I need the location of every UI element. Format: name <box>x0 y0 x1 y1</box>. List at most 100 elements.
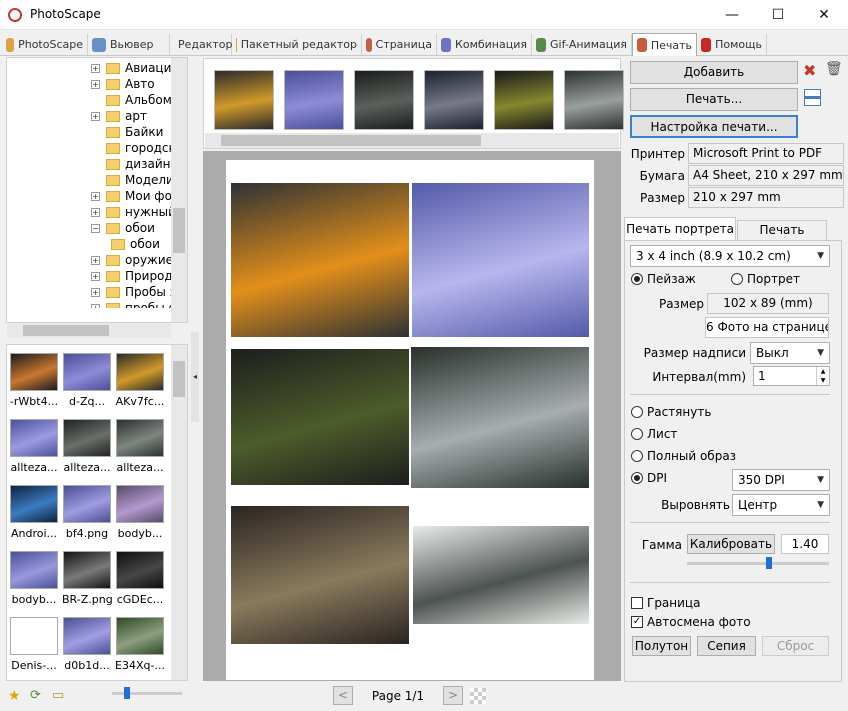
add-button[interactable]: Добавить <box>630 61 798 84</box>
maximize-button[interactable]: ☐ <box>755 0 801 30</box>
tree-item[interactable]: городск <box>91 140 173 156</box>
minimize-button[interactable]: — <box>709 0 755 30</box>
stepper-down-icon[interactable]: ▼ <box>816 376 829 385</box>
tree-item[interactable]: + Мои фо <box>91 188 172 204</box>
tab-2[interactable]: Вьювер <box>88 34 170 55</box>
tab-portrait-print[interactable]: Печать портрета <box>624 217 736 241</box>
thumbnail-item[interactable]: allteza... <box>115 413 165 477</box>
print-setup-button[interactable]: Настройка печати... <box>630 115 798 138</box>
tree-item[interactable]: Модели <box>91 172 173 188</box>
preview-photo[interactable] <box>411 347 589 488</box>
tree-expander-icon[interactable]: + <box>91 303 100 308</box>
thumbnail-item[interactable]: bf4.png <box>62 479 112 543</box>
interval-stepper[interactable]: 1 ▲ ▼ <box>753 366 830 386</box>
tree-item[interactable]: Альбом <box>91 92 172 108</box>
stretch-radio[interactable]: Растянуть <box>631 405 711 419</box>
gamma-slider-thumb[interactable] <box>766 557 772 569</box>
tree-item[interactable]: Байки <box>91 124 163 140</box>
zoom-slider-thumb[interactable] <box>124 687 130 699</box>
tree-expander-icon[interactable]: + <box>91 191 100 201</box>
selected-image-thumb[interactable] <box>564 70 624 130</box>
thumbnail-item[interactable]: Denis-... <box>9 611 59 675</box>
zoom-slider[interactable] <box>112 687 182 699</box>
tree-item[interactable]: + нужный <box>91 204 173 220</box>
selected-image-thumb[interactable] <box>424 70 484 130</box>
selected-image-thumb[interactable] <box>284 70 344 130</box>
halftone-button[interactable]: Полутон <box>632 636 691 656</box>
thumbnail-item[interactable]: allteza... <box>62 413 112 477</box>
tab-9[interactable]: Помощь <box>697 34 767 55</box>
thumbnail-item[interactable]: bodyb... <box>115 479 165 543</box>
preview-photo[interactable] <box>231 506 409 644</box>
tab-1[interactable]: PhotoScape <box>2 34 88 55</box>
preview-photo[interactable] <box>231 349 409 485</box>
thumbnail-item[interactable]: cGDEc... <box>115 545 165 609</box>
tree-expander-icon[interactable]: − <box>91 223 100 233</box>
autoswap-checkbox[interactable]: ✓ Автосмена фото <box>631 615 751 629</box>
full-image-radio[interactable]: Полный образ <box>631 449 736 463</box>
dpi-radio[interactable]: DPI <box>631 471 667 485</box>
tree-expander-icon[interactable]: + <box>91 79 100 89</box>
preview-photo[interactable] <box>231 183 409 337</box>
sheet-radio[interactable]: Лист <box>631 427 677 441</box>
tree-item[interactable]: + оружие <box>91 252 173 268</box>
gamma-value[interactable]: 1.40 <box>781 534 829 554</box>
star-icon[interactable]: ★ <box>8 688 21 704</box>
tree-expander-icon[interactable]: + <box>91 207 100 217</box>
thumbnail-item[interactable]: bodyb... <box>9 545 59 609</box>
tree-expander-icon[interactable]: + <box>91 63 100 73</box>
thumbs-scroll-thumb[interactable] <box>173 361 185 397</box>
preview-photo[interactable] <box>413 526 589 624</box>
tree-item[interactable]: + Пробы з <box>91 284 173 300</box>
portrait-radio[interactable]: Портрет <box>731 272 800 286</box>
tab-4[interactable]: Пакетный редактор <box>232 34 362 55</box>
thumbnail-item[interactable]: -rWbt4... <box>9 347 59 411</box>
strip-scroll-thumb[interactable] <box>221 135 481 146</box>
tree-expander-icon[interactable]: + <box>91 255 100 265</box>
refresh-icon[interactable]: ⟳ <box>30 688 41 703</box>
collapse-panel-handle[interactable]: ◂ <box>191 332 199 422</box>
print-options-icon[interactable] <box>804 89 821 106</box>
tree-horizontal-scrollbar[interactable] <box>7 323 171 338</box>
tree-scroll-thumb[interactable] <box>173 208 185 253</box>
tree-item[interactable]: + Природ <box>91 268 173 284</box>
tab-5[interactable]: Страница <box>362 34 437 55</box>
thumbnail-item[interactable]: allteza... <box>9 413 59 477</box>
tab-8[interactable]: Печать <box>632 33 697 56</box>
thumbnail-item[interactable]: E34Xq-... <box>115 611 165 675</box>
next-page-button[interactable]: > <box>443 686 463 705</box>
selected-image-thumb[interactable] <box>494 70 554 130</box>
tree-expander-icon[interactable]: + <box>91 111 100 121</box>
align-select[interactable]: Центр ▼ <box>732 494 830 516</box>
gamma-slider[interactable] <box>687 557 829 569</box>
dpi-select[interactable]: 350 DPI ▼ <box>732 469 830 491</box>
trash-icon[interactable]: 🗑 <box>825 61 843 77</box>
thumbnail-item[interactable]: AKv7fc... <box>115 347 165 411</box>
reset-button[interactable]: Сброс <box>762 636 829 656</box>
tree-item[interactable]: дизайн <box>91 156 170 172</box>
tree-expander-icon[interactable]: + <box>91 271 100 281</box>
selected-image-thumb[interactable] <box>354 70 414 130</box>
thumbnail-item[interactable]: BR-Z.png <box>62 545 112 609</box>
folder-tree[interactable]: + Авиация + Авто Альбом + арт Байки городск дизай… <box>6 57 188 323</box>
tree-item[interactable]: + пробы ф <box>91 300 173 308</box>
tree-item[interactable]: обои <box>111 236 160 252</box>
photo-size-select[interactable]: 3 x 4 inch (8.9 x 10.2 cm) ▼ <box>630 245 830 267</box>
remove-icon[interactable]: ✖ <box>803 61 816 80</box>
tree-expander-icon[interactable]: + <box>91 287 100 297</box>
tree-item[interactable]: + Авто <box>91 76 155 92</box>
border-checkbox[interactable]: Граница <box>631 596 700 610</box>
caption-size-select[interactable]: Выкл ▼ <box>750 342 830 364</box>
thumbnail-item[interactable]: d-Zq... <box>62 347 112 411</box>
tree-item[interactable]: + Авиация <box>91 60 173 76</box>
checker-icon[interactable] <box>470 688 486 704</box>
tab-3[interactable]: Редактор <box>170 34 233 55</box>
tab-6[interactable]: Комбинация <box>437 34 532 55</box>
selected-image-thumb[interactable] <box>214 70 274 130</box>
close-button[interactable]: ✕ <box>801 0 847 30</box>
tree-hscroll-thumb[interactable] <box>23 325 109 336</box>
stepper-up-icon[interactable]: ▲ <box>816 367 829 376</box>
folder-icon[interactable]: ▭ <box>52 688 64 703</box>
thumbnail-grid[interactable]: -rWbt4... d-Zq... AKv7fc... allteza... allte… <box>6 344 188 681</box>
print-button[interactable]: Печать... <box>630 88 798 111</box>
